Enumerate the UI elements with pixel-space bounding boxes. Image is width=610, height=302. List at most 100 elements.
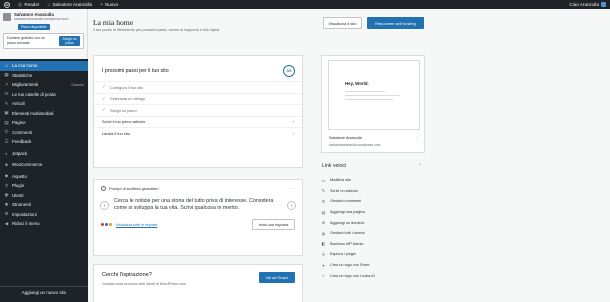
sidebar-item[interactable]: ↗ Miglioramenti Gratuito <box>0 80 88 90</box>
sidebar-item-label: Impostazioni <box>12 211 37 217</box>
page-subtitle: Il tuo punto di riferimento per prossimi… <box>93 28 221 32</box>
see-all-responses-link[interactable]: Visualizza tutte le risposte <box>116 223 157 227</box>
site-icon[interactable] <box>3 13 11 21</box>
add-new-site-button[interactable]: Aggiungi un nuovo sito <box>0 286 88 298</box>
quick-link[interactable]: ✎ Scrivi un articolo <box>321 186 425 197</box>
menu-icon: ◐ <box>5 150 8 156</box>
quick-link[interactable]: ✧ Crea un logo con Looka AI <box>321 270 425 281</box>
menu-icon: ⚙ <box>4 211 9 217</box>
sidebar-item[interactable]: ◀ Riduci il menu <box>0 219 88 229</box>
step-item[interactable]: ✓ Scegli un piano <box>94 104 302 116</box>
sidebar-item-label: La mia home <box>12 63 38 69</box>
quick-link[interactable]: ⊕ Aggiungi un dominio <box>321 217 425 228</box>
new-content-link[interactable]: + Nuovo <box>96 0 122 9</box>
plan-badge[interactable]: Piano disponibile <box>18 23 50 30</box>
step-item[interactable]: Scrivi il tuo primo articolo › <box>94 115 302 128</box>
quick-link-icon: ✧ <box>321 273 326 279</box>
choose-plan-button[interactable]: Scegli un piano <box>59 35 80 46</box>
discover-button[interactable]: Vai ad Scopri <box>259 272 295 283</box>
avatar <box>601 2 606 7</box>
hosting-button[interactable]: Rimuovere self hosting <box>367 17 424 29</box>
sidebar-item[interactable]: ▤ Pagine <box>0 118 88 128</box>
sidebar-item[interactable]: ✎ Articoli <box>0 99 88 109</box>
post-answer-button[interactable]: Invia una risposta <box>252 219 295 230</box>
menu-icon: ⌂ <box>5 63 8 69</box>
quick-link[interactable]: ⚲ Esplora i plugin <box>321 249 425 260</box>
reader-icon: ◎ <box>18 1 23 8</box>
sidebar-site-url[interactable]: salvatorearanzulla.wordpress.com <box>14 17 69 22</box>
step-label: Scrivi il tuo primo articolo <box>102 119 146 125</box>
inspiration-title: Cerchi l'ispirazione? <box>102 272 152 278</box>
sidebar-item[interactable]: ✱ Strumenti <box>0 200 88 210</box>
thumbnail-line <box>345 95 400 96</box>
sidebar-item[interactable]: ▦ Statistiche <box>0 71 88 81</box>
site-card: Salvatore Aranzulla salvatorearanzulla.w… <box>0 9 88 59</box>
site-link[interactable]: ⌂ Salvatore Aranzulla <box>43 0 96 9</box>
sidebar-item[interactable]: ⚙ Impostazioni <box>0 210 88 220</box>
sidebar-item[interactable]: ◉ Utenti <box>0 191 88 201</box>
step-item[interactable]: Lancia il tuo sito › <box>94 127 302 139</box>
sidebar-item-label: Jetpack <box>12 150 28 156</box>
quick-link-label: Crea un logo con Looka AI <box>330 273 375 278</box>
more-options-icon[interactable]: ⋮ <box>416 136 420 141</box>
lightbulb-icon <box>101 186 106 191</box>
menu-icon: ✉ <box>4 91 9 97</box>
sidebar-item[interactable]: ◈ WooCommerce <box>0 160 88 170</box>
inspiration-card: Cerchi l'ispirazione? Guarda cosa scrivo… <box>93 264 303 302</box>
sidebar-item[interactable]: ▣ Elementi multimediali <box>0 109 88 119</box>
sidebar-item[interactable]: ◆ Aspetto <box>0 172 88 182</box>
quick-link[interactable]: ✦ Crea un logo con Fiverr <box>321 260 425 271</box>
sidebar-item-label: WooCommerce <box>12 162 43 168</box>
sidebar-item[interactable]: ✆ Commenti <box>0 128 88 138</box>
chevron-right-icon: › <box>292 119 295 125</box>
sidebar-item-label: Plugin <box>12 183 25 189</box>
sidebar-item[interactable]: ⌂ La mia home <box>0 61 88 71</box>
site-label: Salvatore Aranzulla <box>52 2 93 7</box>
reader-link[interactable]: ◎ Reader <box>14 0 43 9</box>
next-prompt-button[interactable]: › <box>287 200 296 210</box>
visit-site-button[interactable]: Visualizza il sito <box>323 17 362 29</box>
quick-link-icon: ✆ <box>321 198 326 204</box>
quick-link[interactable]: ◧ Bacheca WP Admin <box>321 239 425 250</box>
chevron-up-icon[interactable]: ⌃ <box>418 163 422 169</box>
user-menu[interactable]: Ciao Aranzulla <box>565 0 610 9</box>
quick-link-label: Bacheca WP Admin <box>330 241 364 246</box>
sidebar-item-label: Aspetto <box>12 173 27 179</box>
quick-link[interactable]: ✆ Gestisci commenti <box>321 196 425 207</box>
quick-link-label: Modifica sito <box>330 178 352 183</box>
step-label: Seleziona un design <box>110 96 146 102</box>
previous-prompt-button[interactable]: ‹ <box>100 200 109 210</box>
site-thumbnail[interactable]: Hey, World. <box>328 60 420 130</box>
chevron-right-icon: › <box>292 130 295 136</box>
responder-avatars <box>100 222 113 227</box>
more-options-icon[interactable]: ··· <box>290 186 295 191</box>
step-label: Lancia il tuo sito <box>102 130 130 136</box>
menu-icon: ✎ <box>4 100 9 106</box>
sidebar-menu: ⌂ La mia home ▦ Statistiche ↗ Miglioramenti Gr… <box>0 59 88 229</box>
thumbnail-heading: Hey, World. <box>345 81 369 86</box>
menu-icon: ◆ <box>4 173 9 179</box>
sidebar-item-label: Utenti <box>12 192 24 198</box>
thumbnail-line <box>345 99 393 100</box>
quick-link-icon: ✦ <box>321 262 326 268</box>
quick-link[interactable]: ◍ Gestisci tutti i domini <box>321 228 425 239</box>
check-icon: ✓ <box>102 95 106 101</box>
sidebar-item-label: Riduci il menu <box>12 221 40 227</box>
quick-link[interactable]: ▤ Aggiungi una pagina <box>321 207 425 218</box>
wp-logo-menu[interactable]: W <box>0 0 14 9</box>
quick-link[interactable]: ▭ Modifica sito <box>321 175 425 186</box>
quick-link-icon: ▤ <box>321 209 326 215</box>
sidebar-item[interactable]: ◐ Jetpack <box>0 149 88 159</box>
sidebar-item[interactable]: ⚲ Plugin <box>0 181 88 191</box>
preview-site-url[interactable]: salvatorearanzulla.wordpress.com <box>329 143 380 147</box>
sidebar-item-label: Miglioramenti <box>12 82 39 88</box>
quick-link-icon: ◧ <box>321 241 326 247</box>
step-item[interactable]: ✓ Seleziona un design <box>94 92 302 105</box>
menu-icon: ◉ <box>4 192 9 198</box>
sidebar-item[interactable]: ☰ Feedback <box>0 137 88 147</box>
home-icon: ⌂ <box>47 1 51 8</box>
menu-icon: ↗ <box>4 81 9 87</box>
sidebar-item[interactable]: ✉ Le tue caselle di posta <box>0 90 88 100</box>
thumbnail-line <box>345 91 385 92</box>
step-item[interactable]: ✓ Configura il tuo sito <box>94 81 302 93</box>
